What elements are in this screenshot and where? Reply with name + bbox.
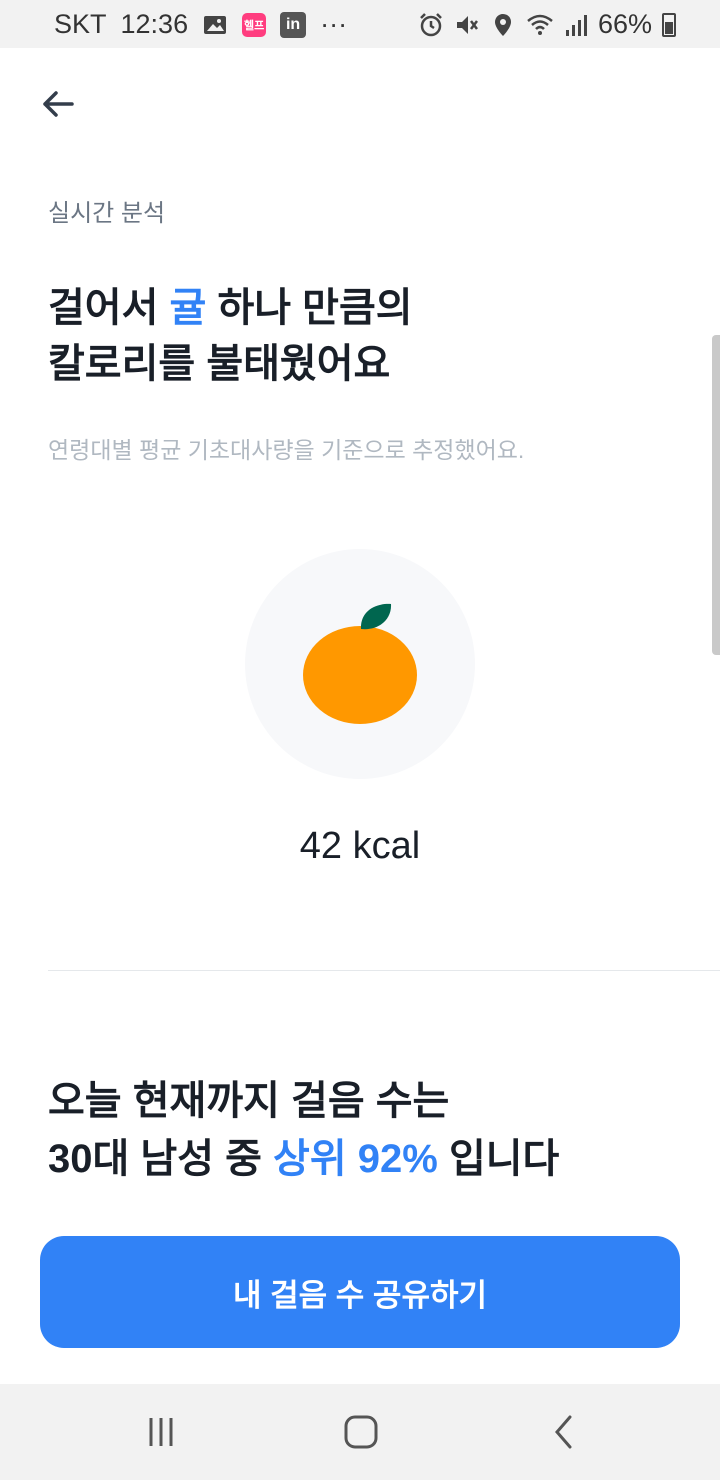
home-icon	[344, 1415, 378, 1449]
back-button[interactable]	[34, 80, 82, 128]
linkedin-notification-icon: in	[280, 11, 307, 38]
headline-text: 걸어서	[48, 286, 170, 330]
ranking-line-1: 오늘 현재까지 걸음 수는	[48, 1079, 450, 1123]
section-label: 실시간 분석	[48, 200, 166, 227]
headline-line-1: 걸어서 귤 하나 만큼의	[48, 280, 413, 336]
ranking-text: 오늘 현재까지 걸음 수는 30대 남성 중 상위 92% 입니다	[48, 1072, 559, 1188]
ranking-percentile: 상위 92%	[273, 1137, 438, 1181]
scrollbar[interactable]	[712, 335, 720, 655]
system-back-button[interactable]	[534, 1408, 594, 1456]
home-button[interactable]	[331, 1408, 391, 1456]
app-notification-icon: 헬프	[242, 12, 267, 37]
fruit-illustration	[245, 549, 475, 779]
wifi-icon	[526, 12, 553, 38]
back-icon	[555, 1415, 572, 1449]
status-left: SKT 12:36 헬프 in ···	[54, 9, 347, 40]
more-notifications-icon: ···	[320, 9, 348, 39]
gallery-notification-icon	[202, 12, 228, 38]
status-bar: SKT 12:36 헬프 in ··· 66%	[0, 0, 720, 48]
battery-icon	[662, 12, 676, 37]
signal-icon	[562, 12, 588, 38]
headline-line-2: 칼로리를 불태웠어요	[48, 342, 391, 386]
status-right: 66%	[418, 9, 676, 40]
clock: 12:36	[120, 9, 189, 39]
carrier-label: SKT	[54, 9, 107, 39]
recent-apps-icon	[149, 1418, 173, 1446]
recent-apps-button[interactable]	[131, 1408, 191, 1456]
battery-percent: 66%	[597, 9, 652, 39]
share-steps-button[interactable]: 내 걸음 수 공유하기	[40, 1236, 680, 1348]
estimate-note: 연령대별 평균 기초대사량을 기준으로 추정했어요.	[48, 437, 525, 463]
headline-accent: 귤	[169, 286, 207, 330]
system-nav-bar	[0, 1384, 720, 1480]
section-divider	[48, 970, 720, 971]
location-icon	[490, 12, 516, 38]
arrow-left-icon	[43, 91, 74, 117]
alarm-icon	[418, 12, 444, 38]
ranking-line-2: 30대 남성 중 상위 92% 입니다	[48, 1130, 559, 1188]
headline-text: 하나 만큼의	[206, 286, 413, 330]
tangerine-icon	[303, 603, 417, 724]
ranking-text: 30대 남성 중	[48, 1137, 274, 1181]
mute-icon	[454, 12, 480, 38]
ranking-text: 입니다	[437, 1137, 560, 1181]
calorie-headline: 걸어서 귤 하나 만큼의 칼로리를 불태웠어요	[48, 280, 413, 392]
calorie-value: 42 kcal	[299, 825, 421, 867]
